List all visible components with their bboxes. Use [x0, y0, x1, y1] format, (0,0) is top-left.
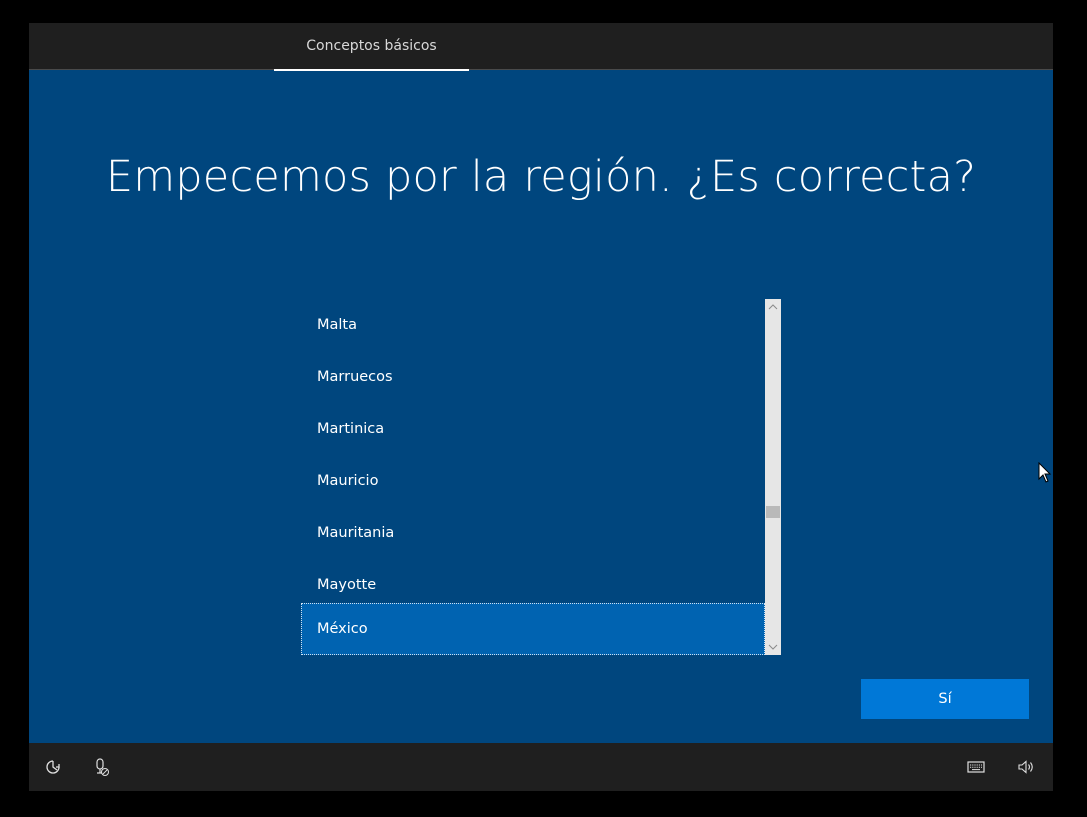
list-item-label: México [317, 621, 368, 637]
region-listbox[interactable]: Malta Marruecos Martinica Mauricio Mauri… [301, 299, 781, 655]
yes-button-label: Sí [938, 691, 952, 707]
microphone-off-icon [96, 758, 109, 776]
top-bar: Conceptos básicos [29, 23, 1053, 71]
list-item[interactable]: Mauritania [301, 507, 765, 559]
ease-of-access-icon [46, 760, 60, 774]
volume-icon [1018, 760, 1033, 774]
list-item-label: Mauritania [317, 525, 395, 541]
list-item[interactable]: Malta [301, 299, 765, 351]
chevron-down-icon [768, 644, 778, 650]
list-item-label: Mauricio [317, 473, 379, 489]
volume-button[interactable] [1016, 756, 1038, 778]
list-item[interactable]: Marruecos [301, 351, 765, 403]
scroll-down-button[interactable] [765, 639, 781, 655]
ease-of-access-button[interactable] [42, 756, 64, 778]
keyboard-button[interactable] [965, 756, 987, 778]
setup-window: Conceptos básicos Empecemos por la regió… [29, 23, 1053, 791]
microphone-button[interactable] [90, 756, 112, 778]
list-item[interactable]: Mauricio [301, 455, 765, 507]
list-scrollbar[interactable] [765, 299, 781, 655]
list-item-label: Martinica [317, 421, 385, 437]
chevron-up-icon [768, 304, 778, 310]
tab-basics: Conceptos básicos [274, 23, 469, 71]
mouse-pointer-icon [1038, 462, 1052, 483]
yes-button[interactable]: Sí [861, 679, 1029, 719]
list-item-label: Marruecos [317, 369, 393, 385]
list-item-label: Mayotte [317, 577, 377, 593]
page-title: Empecemos por la región. ¿Es correcta? [105, 152, 977, 202]
keyboard-icon [967, 761, 985, 773]
scroll-up-button[interactable] [765, 299, 781, 315]
bottom-bar [29, 743, 1053, 791]
tab-basics-label: Conceptos básicos [306, 38, 437, 54]
list-item-selected[interactable]: México [301, 603, 765, 655]
scroll-thumb[interactable] [766, 506, 780, 518]
list-item[interactable]: Martinica [301, 403, 765, 455]
list-item-label: Malta [317, 317, 357, 333]
region-list: Malta Marruecos Martinica Mauricio Mauri… [301, 299, 765, 655]
